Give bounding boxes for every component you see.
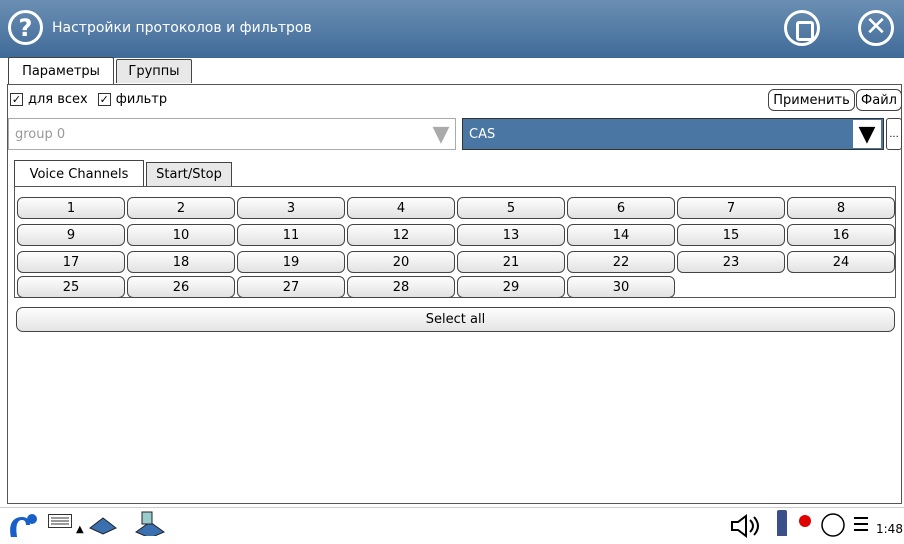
arrow-up-icon[interactable]: ▲	[76, 516, 84, 542]
tab-groups[interactable]: Группы	[116, 59, 192, 83]
tab-parameters[interactable]: Параметры	[8, 57, 114, 85]
network-icon[interactable]	[88, 514, 118, 540]
speaker-icon[interactable]	[730, 514, 764, 540]
select-all-button[interactable]: Select all	[16, 307, 895, 332]
channel-button[interactable]: 17	[17, 251, 125, 273]
clock: 1:48	[876, 522, 903, 536]
record-icon[interactable]	[798, 514, 812, 540]
channel-button[interactable]: 15	[677, 224, 785, 246]
options-row: ✓ для всех ✓ фильтр	[10, 92, 167, 107]
channel-button[interactable]: 23	[677, 251, 785, 273]
channel-button[interactable]: 6	[567, 197, 675, 219]
channel-button[interactable]: 22	[567, 251, 675, 273]
channel-button[interactable]: 27	[237, 276, 345, 298]
group-select[interactable]: group 0 ▼	[8, 118, 456, 150]
for-all-label: для всех	[28, 92, 88, 107]
filter-label: фильтр	[115, 92, 168, 107]
keyboard-icon[interactable]	[48, 514, 72, 540]
channel-button[interactable]: 16	[787, 224, 895, 246]
channel-button[interactable]: 9	[17, 224, 125, 246]
channel-button[interactable]: 21	[457, 251, 565, 273]
for-all-checkbox[interactable]: ✓	[10, 93, 23, 106]
channel-button[interactable]: 11	[237, 224, 345, 246]
channel-button[interactable]: 12	[347, 224, 455, 246]
app-logo-icon[interactable]	[6, 511, 40, 537]
channel-button[interactable]: 29	[457, 276, 565, 298]
channel-button[interactable]: 13	[457, 224, 565, 246]
channel-button[interactable]: 10	[127, 224, 235, 246]
tab-start-stop[interactable]: Start/Stop	[146, 162, 232, 186]
close-button[interactable]: ✕	[858, 10, 894, 46]
channel-button[interactable]: 3	[237, 197, 345, 219]
protocol-select-value: CAS	[469, 126, 496, 142]
channel-button[interactable]: 2	[127, 197, 235, 219]
chevron-down-icon[interactable]: ▼	[853, 120, 881, 148]
modem-icon[interactable]	[132, 510, 168, 536]
more-button[interactable]: ...	[886, 118, 902, 150]
title-bar: ? Настройки протоколов и фильтров ✕	[0, 0, 904, 58]
channel-button[interactable]: 5	[457, 197, 565, 219]
channel-button[interactable]: 18	[127, 251, 235, 273]
circle-icon[interactable]	[820, 512, 846, 538]
chevron-down-icon[interactable]: ▼	[427, 120, 455, 148]
channel-button[interactable]: 4	[347, 197, 455, 219]
window-title: Настройки протоколов и фильтров	[52, 20, 312, 36]
apply-button[interactable]: Применить	[768, 89, 855, 111]
channel-button[interactable]: 8	[787, 197, 895, 219]
help-icon[interactable]: ?	[8, 10, 43, 45]
channel-button[interactable]: 24	[787, 251, 895, 273]
battery-icon	[777, 510, 787, 536]
taskbar: ▲ 1:48	[0, 507, 904, 544]
filter-checkbox[interactable]: ✓	[97, 93, 111, 106]
channel-button[interactable]: 28	[347, 276, 455, 298]
channel-button[interactable]: 26	[127, 276, 235, 298]
channel-button[interactable]: 20	[347, 251, 455, 273]
protocol-select[interactable]: CAS ▼	[462, 118, 884, 150]
channel-button[interactable]: 25	[17, 276, 125, 298]
channel-button[interactable]: 7	[677, 197, 785, 219]
channel-button[interactable]: 14	[567, 224, 675, 246]
channel-button[interactable]: 30	[567, 276, 675, 298]
tab-voice-channels[interactable]: Voice Channels	[14, 160, 144, 187]
file-button[interactable]: Файл	[856, 89, 902, 111]
channel-button[interactable]: 1	[17, 197, 125, 219]
maximize-button[interactable]	[784, 10, 820, 46]
menu-icon[interactable]	[852, 514, 870, 540]
group-select-value: group 0	[15, 126, 66, 142]
channel-button[interactable]: 19	[237, 251, 345, 273]
